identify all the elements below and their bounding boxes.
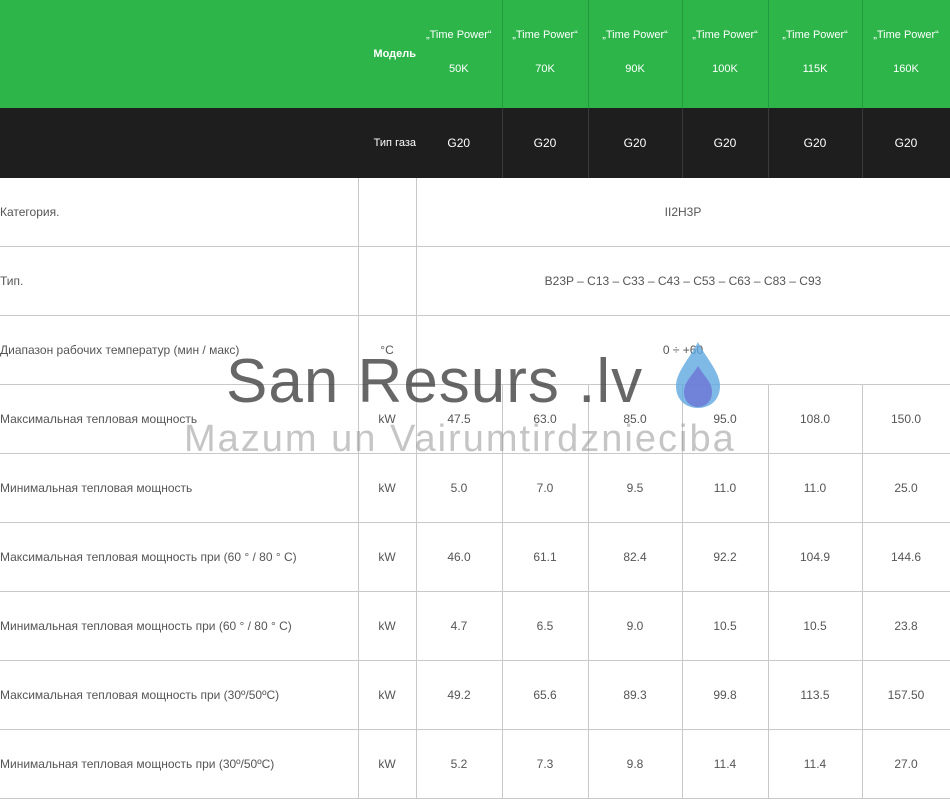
parameter-name: Минимальная тепловая мощность при (30º/5… bbox=[0, 729, 359, 799]
spec-row: Категория. II2H3P bbox=[0, 178, 950, 247]
spec-table: Модель „Time Power“ 50K „Time Power“ 70K „… bbox=[0, 0, 950, 799]
parameter-name: Категория. bbox=[0, 178, 359, 247]
parameter-name: Минимальная тепловая мощность bbox=[0, 453, 359, 523]
model-name: „Time Power“ bbox=[425, 29, 492, 41]
value-cell: 157.50 bbox=[862, 660, 950, 730]
model-size: 70K bbox=[535, 63, 555, 75]
spec-row: Минимальная тепловая мощность при (60 ° … bbox=[0, 591, 950, 661]
spec-row: Максимальная тепловая мощность kW 47.5 63.0… bbox=[0, 384, 950, 454]
value-cell: 5.0 bbox=[416, 453, 503, 523]
shared-value-cell: 0 ÷ +60 bbox=[416, 315, 950, 385]
value-cell: 63.0 bbox=[502, 384, 589, 454]
unit-cell bbox=[358, 246, 417, 316]
unit-cell: °C bbox=[358, 315, 417, 385]
value-cell: 85.0 bbox=[588, 384, 683, 454]
value-cell: 61.1 bbox=[502, 522, 589, 592]
value-cell: 150.0 bbox=[862, 384, 950, 454]
value-cell: 11.0 bbox=[682, 453, 769, 523]
value-cell: 49.2 bbox=[416, 660, 503, 730]
value-cell: 25.0 bbox=[862, 453, 950, 523]
value-cell: 92.2 bbox=[682, 522, 769, 592]
value-cell: 113.5 bbox=[768, 660, 863, 730]
value-cell: 7.3 bbox=[502, 729, 589, 799]
value-cell: 9.5 bbox=[588, 453, 683, 523]
model-name: „Time Power“ bbox=[873, 29, 939, 41]
model-header-row: Модель „Time Power“ 50K „Time Power“ 70K „… bbox=[0, 0, 950, 108]
parameter-name: Максимальная тепловая мощность bbox=[0, 384, 359, 454]
model-name: „Time Power“ bbox=[782, 29, 848, 41]
parameter-name: Максимальная тепловая мощность при (60 °… bbox=[0, 522, 359, 592]
unit-cell: kW bbox=[358, 522, 417, 592]
gas-type-row: Тип газа G20 G20 G20 G20 G20 G20 bbox=[0, 108, 950, 178]
value-cell: 27.0 bbox=[862, 729, 950, 799]
value-cell: 4.7 bbox=[416, 591, 503, 661]
gas-type-cell: G20 bbox=[682, 108, 769, 178]
gas-type-cell: G20 bbox=[502, 108, 589, 178]
shared-value-cell: B23P – C13 – C33 – C43 – C53 – C63 – C83… bbox=[416, 246, 950, 316]
model-size: 90K bbox=[625, 63, 645, 75]
model-size: 50K bbox=[448, 63, 469, 75]
value-cell: 9.8 bbox=[588, 729, 683, 799]
unit-cell: kW bbox=[358, 729, 417, 799]
value-cell: 65.6 bbox=[502, 660, 589, 730]
model-size: 115K bbox=[802, 63, 828, 75]
model-size: 100K bbox=[712, 63, 738, 75]
spec-row: Тип. B23P – C13 – C33 – C43 – C53 – C63 –… bbox=[0, 246, 950, 316]
value-cell: 10.5 bbox=[768, 591, 863, 661]
spec-row: Диапазон рабочих температур (мин / макс)… bbox=[0, 315, 950, 385]
value-cell: 11.4 bbox=[768, 729, 863, 799]
model-header-cell: „Time Power“ 115K bbox=[768, 0, 863, 108]
value-cell: 11.4 bbox=[682, 729, 769, 799]
value-cell: 99.8 bbox=[682, 660, 769, 730]
value-cell: 95.0 bbox=[682, 384, 769, 454]
shared-value-cell: II2H3P bbox=[416, 178, 950, 247]
model-name: „Time Power“ bbox=[692, 29, 758, 41]
value-cell: 6.5 bbox=[502, 591, 589, 661]
model-name: „Time Power“ bbox=[512, 29, 578, 41]
value-cell: 47.5 bbox=[416, 384, 503, 454]
value-cell: 89.3 bbox=[588, 660, 683, 730]
value-cell: 108.0 bbox=[768, 384, 863, 454]
model-size: 160K bbox=[893, 63, 919, 75]
value-cell: 82.4 bbox=[588, 522, 683, 592]
model-label: Модель bbox=[0, 0, 416, 108]
unit-cell bbox=[358, 178, 417, 247]
value-cell: 46.0 bbox=[416, 522, 503, 592]
model-header-cell: „Time Power“ 160K bbox=[862, 0, 950, 108]
spec-row: Минимальная тепловая мощность при (30º/5… bbox=[0, 729, 950, 799]
parameter-name: Диапазон рабочих температур (мин / макс) bbox=[0, 315, 359, 385]
parameter-name: Тип. bbox=[0, 246, 359, 316]
value-cell: 144.6 bbox=[862, 522, 950, 592]
value-cell: 104.9 bbox=[768, 522, 863, 592]
model-header-cell: „Time Power“ 90K bbox=[588, 0, 683, 108]
parameter-name: Минимальная тепловая мощность при (60 ° … bbox=[0, 591, 359, 661]
value-cell: 9.0 bbox=[588, 591, 683, 661]
value-cell: 11.0 bbox=[768, 453, 863, 523]
unit-cell: kW bbox=[358, 453, 417, 523]
unit-cell: kW bbox=[358, 660, 417, 730]
model-header-cell: „Time Power“ 100K bbox=[682, 0, 769, 108]
value-cell: 7.0 bbox=[502, 453, 589, 523]
gas-type-cell: G20 bbox=[862, 108, 950, 178]
spec-row: Максимальная тепловая мощность при (30º/… bbox=[0, 660, 950, 730]
value-cell: 5.2 bbox=[416, 729, 503, 799]
unit-cell: kW bbox=[358, 384, 417, 454]
model-header-cell: „Time Power“ 50K bbox=[416, 0, 503, 108]
gas-type-cell: G20 bbox=[588, 108, 683, 178]
model-name: „Time Power“ bbox=[602, 29, 668, 41]
gas-type-cell: G20 bbox=[416, 108, 503, 178]
parameter-name: Максимальная тепловая мощность при (30º/… bbox=[0, 660, 359, 730]
gas-type-cell: G20 bbox=[768, 108, 863, 178]
unit-cell: kW bbox=[358, 591, 417, 661]
value-cell: 10.5 bbox=[682, 591, 769, 661]
model-header-cell: „Time Power“ 70K bbox=[502, 0, 589, 108]
spec-row: Минимальная тепловая мощность kW 5.0 7.0 9.5… bbox=[0, 453, 950, 523]
gas-type-label: Тип газа bbox=[0, 108, 416, 178]
spec-row: Максимальная тепловая мощность при (60 °… bbox=[0, 522, 950, 592]
value-cell: 23.8 bbox=[862, 591, 950, 661]
